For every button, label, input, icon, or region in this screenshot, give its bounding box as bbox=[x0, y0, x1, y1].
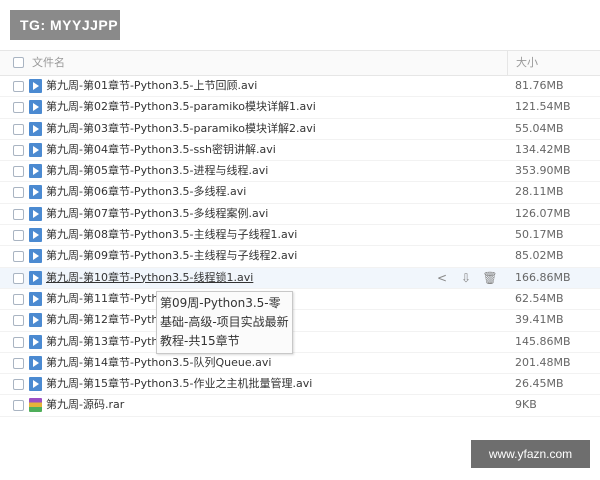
file-size: 145.86MB bbox=[515, 334, 571, 348]
file-name[interactable]: 第九周-源码.rar bbox=[46, 395, 124, 415]
delete-icon[interactable]: 🗑 bbox=[482, 270, 498, 286]
file-row[interactable]: 第九周-源码.rar 9KB bbox=[0, 395, 600, 417]
row-checkbox[interactable] bbox=[13, 166, 24, 178]
file-name[interactable]: 第九周-第03章节-Python3.5-paramiko模块详解2.avi bbox=[46, 119, 316, 139]
watermark: www.yfazn.com bbox=[471, 440, 590, 468]
filename-tooltip: 第09周-Python3.5-零基础-高级-项目实战最新教程-共15章节 bbox=[156, 291, 293, 354]
file-size: 134.42MB bbox=[515, 142, 571, 156]
file-size: 62.54MB bbox=[515, 291, 564, 305]
file-size: 85.02MB bbox=[515, 249, 564, 263]
file-name[interactable]: 第九周-第10章节-Python3.5-线程锁1.avi bbox=[46, 268, 253, 288]
row-checkbox[interactable] bbox=[13, 272, 24, 284]
file-row[interactable]: 第九周-第14章节-Python3.5-队列Queue.avi 201.48MB bbox=[0, 353, 600, 375]
row-checkbox[interactable] bbox=[13, 315, 24, 327]
file-row[interactable]: 第九周-第09章节-Python3.5-主线程与子线程2.avi 85.02MB bbox=[0, 246, 600, 268]
file-size: 126.07MB bbox=[515, 206, 571, 220]
file-size: 26.45MB bbox=[515, 377, 564, 391]
video-file-icon bbox=[29, 291, 42, 306]
file-row[interactable]: 第九周-第04章节-Python3.5-ssh密钥讲解.avi 134.42MB bbox=[0, 140, 600, 162]
file-list: 第九周-第01章节-Python3.5-上节回顾.avi 81.76MB 第九周-第… bbox=[0, 76, 600, 417]
share-icon[interactable]: < bbox=[434, 270, 450, 286]
row-checkbox[interactable] bbox=[13, 102, 24, 114]
video-file-icon bbox=[29, 185, 42, 200]
file-size: 166.86MB bbox=[515, 270, 571, 284]
file-name[interactable]: 第九周-第13章节-Pytho bbox=[46, 332, 165, 352]
column-header-size[interactable]: 大小 bbox=[507, 51, 600, 75]
file-size: 50.17MB bbox=[515, 228, 564, 242]
video-file-icon bbox=[29, 142, 42, 157]
file-size: 9KB bbox=[515, 398, 537, 412]
table-header: 文件名 大小 bbox=[0, 50, 600, 76]
file-name[interactable]: 第九周-第14章节-Python3.5-队列Queue.avi bbox=[46, 353, 271, 373]
file-row[interactable]: 第九周-第07章节-Python3.5-多线程案例.avi 126.07MB bbox=[0, 204, 600, 226]
file-row[interactable]: 第九周-第05章节-Python3.5-进程与线程.avi 353.90MB bbox=[0, 161, 600, 183]
row-checkbox[interactable] bbox=[13, 400, 24, 412]
tg-badge: TG: MYYJJPP bbox=[10, 10, 120, 40]
video-file-icon bbox=[29, 355, 42, 370]
file-name[interactable]: 第九周-第08章节-Python3.5-主线程与子线程1.avi bbox=[46, 225, 297, 245]
select-all-checkbox[interactable] bbox=[13, 57, 24, 68]
row-checkbox[interactable] bbox=[13, 187, 24, 199]
row-checkbox[interactable] bbox=[13, 81, 24, 92]
file-name[interactable]: 第九周-第09章节-Python3.5-主线程与子线程2.avi bbox=[46, 246, 297, 266]
video-file-icon bbox=[29, 249, 42, 264]
column-header-filename[interactable]: 文件名 bbox=[32, 51, 65, 75]
video-file-icon bbox=[29, 377, 42, 392]
file-name[interactable]: 第九周-第01章节-Python3.5-上节回顾.avi bbox=[46, 76, 257, 96]
file-name[interactable]: 第九周-第02章节-Python3.5-paramiko模块详解1.avi bbox=[46, 97, 316, 117]
row-checkbox[interactable] bbox=[13, 336, 24, 348]
file-name[interactable]: 第九周-第06章节-Python3.5-多线程.avi bbox=[46, 182, 246, 202]
file-row[interactable]: 第九周-第12章节-Pytho 39.41MB bbox=[0, 310, 600, 332]
row-checkbox[interactable] bbox=[13, 293, 24, 305]
file-row[interactable]: 第九周-第15章节-Python3.5-作业之主机批量管理.avi 26.45MB bbox=[0, 374, 600, 396]
file-name[interactable]: 第九周-第05章节-Python3.5-进程与线程.avi bbox=[46, 161, 268, 181]
file-row[interactable]: 第九周-第06章节-Python3.5-多线程.avi 28.11MB bbox=[0, 182, 600, 204]
file-name[interactable]: 第九周-第12章节-Pytho bbox=[46, 310, 165, 330]
video-file-icon bbox=[29, 270, 42, 285]
video-file-icon bbox=[29, 164, 42, 179]
video-file-icon bbox=[29, 121, 42, 136]
file-row[interactable]: 第九周-第11章节-Python3.5- 62.54MB bbox=[0, 289, 600, 311]
file-row[interactable]: 第九周-第08章节-Python3.5-主线程与子线程1.avi 50.17MB bbox=[0, 225, 600, 247]
file-size: 55.04MB bbox=[515, 121, 564, 135]
file-row[interactable]: 第九周-第02章节-Python3.5-paramiko模块详解1.avi 121… bbox=[0, 97, 600, 119]
file-row[interactable]: 第九周-第01章节-Python3.5-上节回顾.avi 81.76MB bbox=[0, 76, 600, 98]
file-size: 353.90MB bbox=[515, 164, 571, 178]
file-size: 201.48MB bbox=[515, 355, 571, 369]
row-checkbox[interactable] bbox=[13, 251, 24, 263]
file-table: 文件名 大小 第九周-第01章节-Python3.5-上节回顾.avi 81.76… bbox=[0, 50, 600, 417]
archive-file-icon bbox=[29, 398, 42, 413]
row-checkbox[interactable] bbox=[13, 123, 24, 135]
video-file-icon bbox=[29, 79, 42, 93]
file-size: 39.41MB bbox=[515, 313, 564, 327]
video-file-icon bbox=[29, 206, 42, 221]
file-name[interactable]: 第九周-第07章节-Python3.5-多线程案例.avi bbox=[46, 204, 268, 224]
download-icon[interactable]: ⇩ bbox=[458, 270, 474, 286]
row-checkbox[interactable] bbox=[13, 357, 24, 369]
video-file-icon bbox=[29, 228, 42, 243]
file-size: 81.76MB bbox=[515, 79, 564, 92]
file-row[interactable]: 第九周-第03章节-Python3.5-paramiko模块详解2.avi 55.… bbox=[0, 119, 600, 140]
file-name[interactable]: 第九周-第15章节-Python3.5-作业之主机批量管理.avi bbox=[46, 374, 312, 394]
row-checkbox[interactable] bbox=[13, 230, 24, 242]
row-checkbox[interactable] bbox=[13, 208, 24, 220]
video-file-icon bbox=[29, 334, 42, 349]
file-size: 121.54MB bbox=[515, 100, 571, 114]
file-size: 28.11MB bbox=[515, 185, 564, 199]
video-file-icon bbox=[29, 313, 42, 328]
video-file-icon bbox=[29, 100, 42, 115]
row-actions: < ⇩ 🗑 bbox=[434, 270, 498, 286]
file-row[interactable]: 第九周-第13章节-Pytho 145.86MB bbox=[0, 332, 600, 353]
file-row[interactable]: 第九周-第10章节-Python3.5-线程锁1.avi 166.86MB < ⇩ 🗑 bbox=[0, 267, 600, 289]
file-name[interactable]: 第九周-第04章节-Python3.5-ssh密钥讲解.avi bbox=[46, 140, 276, 160]
row-checkbox[interactable] bbox=[13, 144, 24, 156]
row-checkbox[interactable] bbox=[13, 379, 24, 391]
